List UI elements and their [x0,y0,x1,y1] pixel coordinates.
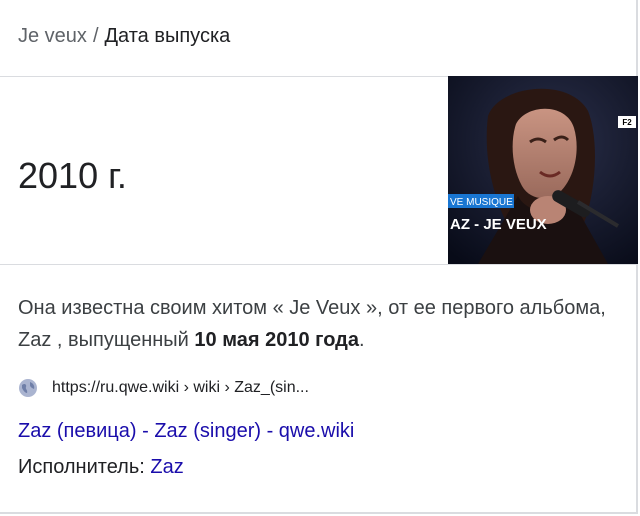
divider-middle [0,264,638,265]
source-row[interactable]: https://ru.qwe.wiki › wiki › Zaz_(sin... [18,376,309,400]
breadcrumb-separator: / [92,25,99,47]
breadcrumb-parent[interactable]: Je veux [18,25,87,47]
snippet-text: Она известна своим хитом « Je Veux », от… [18,292,608,356]
performer-link[interactable]: Zaz [150,456,183,478]
thumb-badge: F2 [622,118,632,127]
globe-icon [19,379,37,397]
featured-snippet-card: Je veux / Дата выпуска 2010 г. F2 VE MUS… [0,0,638,514]
breadcrumb: Je veux / Дата выпуска [18,24,230,48]
breadcrumb-current: Дата выпуска [104,25,231,47]
performer-row: Исполнитель: Zaz [18,454,184,480]
thumb-caption-main: AZ - JE VEUX [450,216,547,233]
result-title-link[interactable]: Zaz (певица) - Zaz (singer) - qwe.wiki [18,418,354,444]
performer-label: Исполнитель: [18,456,145,478]
snippet-text-after: . [358,329,365,351]
snippet-bold: 10 мая 2010 года [194,329,359,351]
answer-value: 2010 г. [18,155,127,196]
thumb-caption-top: VE MUSIQUE [450,197,513,208]
video-thumbnail[interactable]: F2 VE MUSIQUE AZ - JE VEUX [448,76,638,264]
source-url[interactable]: https://ru.qwe.wiki › wiki › Zaz_(sin... [52,376,309,400]
